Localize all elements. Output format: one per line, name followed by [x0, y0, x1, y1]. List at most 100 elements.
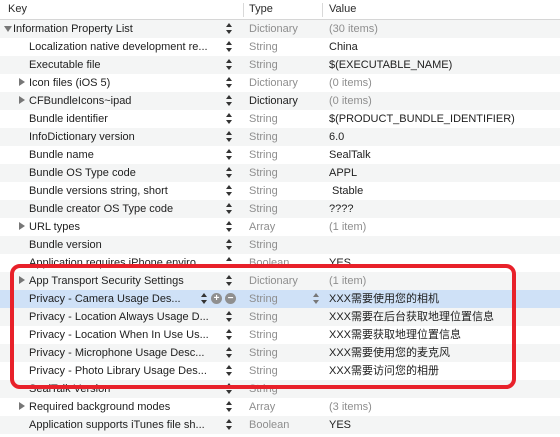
- stepper-icon[interactable]: [201, 292, 209, 306]
- stepper-icon[interactable]: [226, 346, 234, 360]
- row-value[interactable]: XXX需要在后台获取地理位置信息: [329, 310, 559, 324]
- type-column-header[interactable]: Type: [249, 3, 273, 15]
- row-value[interactable]: YES: [329, 256, 559, 270]
- row-type: String: [249, 41, 278, 53]
- stepper-icon[interactable]: [226, 184, 234, 198]
- row-value[interactable]: $(PRODUCT_BUNDLE_IDENTIFIER): [329, 112, 559, 126]
- table-row[interactable]: InfoDictionary version String 6.0: [0, 128, 560, 146]
- table-row[interactable]: Icon files (iOS 5) Dictionary (0 items): [0, 74, 560, 92]
- row-key: Required background modes: [29, 401, 171, 413]
- stepper-icon[interactable]: [226, 400, 234, 414]
- stepper-icon[interactable]: [226, 112, 234, 126]
- stepper-icon[interactable]: [226, 310, 234, 324]
- row-value[interactable]: 6.0: [329, 130, 559, 144]
- value-stepper-icon[interactable]: [313, 292, 321, 306]
- table-row[interactable]: Required background modes Array (3 items…: [0, 398, 560, 416]
- stepper-icon[interactable]: [226, 328, 234, 342]
- stepper-icon[interactable]: [226, 418, 234, 432]
- table-row[interactable]: SealTalk Version String: [0, 380, 560, 398]
- table-row-root[interactable]: Information Property List Dictionary (30…: [0, 20, 560, 38]
- row-value[interactable]: China: [329, 40, 559, 54]
- column-divider[interactable]: [322, 3, 323, 17]
- row-type: Dictionary: [249, 23, 298, 35]
- key-column-header[interactable]: Key: [8, 3, 27, 15]
- remove-item-icon[interactable]: −: [225, 293, 236, 304]
- table-row[interactable]: Bundle OS Type code String APPL: [0, 164, 560, 182]
- row-value[interactable]: Stable: [332, 184, 560, 198]
- row-value[interactable]: APPL: [329, 166, 559, 180]
- row-value[interactable]: SealTalk: [329, 148, 559, 162]
- stepper-icon[interactable]: [226, 94, 234, 108]
- row-value: (1 item): [329, 221, 367, 233]
- table-row[interactable]: Bundle versions string, short String Sta…: [0, 182, 560, 200]
- stepper-icon[interactable]: [226, 40, 234, 54]
- row-key: Privacy - Microphone Usage Desc...: [29, 347, 205, 359]
- row-type: Boolean: [249, 257, 290, 269]
- disclosure-triangle-icon[interactable]: [19, 402, 25, 410]
- stepper-icon[interactable]: [226, 76, 234, 90]
- table-row[interactable]: Bundle identifier String $(PRODUCT_BUNDL…: [0, 110, 560, 128]
- row-type: Boolean: [249, 419, 290, 431]
- row-key: Bundle creator OS Type code: [29, 203, 174, 215]
- row-key: Bundle identifier: [29, 113, 108, 125]
- row-type: String: [249, 239, 278, 251]
- table-row[interactable]: Bundle name String SealTalk: [0, 146, 560, 164]
- stepper-icon[interactable]: [226, 238, 234, 252]
- row-value[interactable]: ????: [329, 202, 559, 216]
- row-key: Icon files (iOS 5): [29, 77, 111, 89]
- table-row-selected[interactable]: Privacy - Camera Usage Des... + − String…: [0, 290, 560, 308]
- stepper-icon[interactable]: [226, 58, 234, 72]
- disclosure-triangle-icon[interactable]: [19, 276, 25, 284]
- row-key: Bundle version: [29, 239, 102, 251]
- disclosure-triangle-icon[interactable]: [19, 222, 25, 230]
- row-type: String: [249, 185, 278, 197]
- row-value[interactable]: $(EXECUTABLE_NAME): [329, 58, 559, 72]
- table-row[interactable]: App Transport Security Settings Dictiona…: [0, 272, 560, 290]
- table-row[interactable]: CFBundleIcons~ipad Dictionary (0 items): [0, 92, 560, 110]
- stepper-icon[interactable]: [226, 130, 234, 144]
- stepper-icon[interactable]: [226, 382, 234, 396]
- stepper-icon[interactable]: [226, 148, 234, 162]
- stepper-icon[interactable]: [226, 166, 234, 180]
- column-header: Key Type Value: [0, 0, 560, 20]
- value-column-header[interactable]: Value: [329, 3, 356, 15]
- stepper-icon[interactable]: [226, 22, 234, 36]
- row-type: Array: [249, 221, 276, 233]
- row-key: Localization native development re...: [29, 41, 208, 53]
- column-divider[interactable]: [243, 3, 244, 17]
- disclosure-triangle-icon[interactable]: [4, 26, 12, 32]
- row-value: (0 items): [329, 77, 372, 89]
- row-key: SealTalk Version: [29, 383, 111, 395]
- table-row[interactable]: Application requires iPhone enviro... Bo…: [0, 254, 560, 272]
- row-type: String: [249, 113, 278, 125]
- table-row[interactable]: Localization native development re... St…: [0, 38, 560, 56]
- stepper-icon[interactable]: [226, 364, 234, 378]
- table-row[interactable]: URL types Array (1 item): [0, 218, 560, 236]
- row-value[interactable]: XXX需要访问您的相册: [329, 364, 559, 378]
- table-row[interactable]: Privacy - Location Always Usage D... Str…: [0, 308, 560, 326]
- disclosure-triangle-icon[interactable]: [19, 96, 25, 104]
- stepper-icon[interactable]: [226, 256, 234, 270]
- add-item-icon[interactable]: +: [211, 293, 222, 304]
- table-row[interactable]: Privacy - Microphone Usage Desc... Strin…: [0, 344, 560, 362]
- row-value[interactable]: XXX需要使用您的麦克风: [329, 346, 559, 360]
- table-row[interactable]: Privacy - Photo Library Usage Des... Str…: [0, 362, 560, 380]
- row-type: String: [249, 59, 278, 71]
- row-value[interactable]: XXX需要使用您的相机: [329, 292, 559, 306]
- table-row[interactable]: Executable file String $(EXECUTABLE_NAME…: [0, 56, 560, 74]
- row-value[interactable]: XXX需要获取地理位置信息: [329, 328, 559, 342]
- row-value: (1 item): [329, 275, 367, 287]
- row-key[interactable]: Privacy - Camera Usage Des...: [29, 292, 199, 306]
- table-row[interactable]: Privacy - Location When In Use Us... Str…: [0, 326, 560, 344]
- row-type: String: [249, 329, 278, 341]
- stepper-icon[interactable]: [226, 274, 234, 288]
- row-key: Privacy - Location When In Use Us...: [29, 329, 209, 341]
- stepper-icon[interactable]: [226, 202, 234, 216]
- stepper-icon[interactable]: [226, 220, 234, 234]
- table-row[interactable]: Bundle version String: [0, 236, 560, 254]
- row-value[interactable]: YES: [329, 418, 559, 432]
- table-row[interactable]: Bundle creator OS Type code String ????: [0, 200, 560, 218]
- table-row[interactable]: Application supports iTunes file sh... B…: [0, 416, 560, 434]
- row-key: Application supports iTunes file sh...: [29, 419, 205, 431]
- disclosure-triangle-icon[interactable]: [19, 78, 25, 86]
